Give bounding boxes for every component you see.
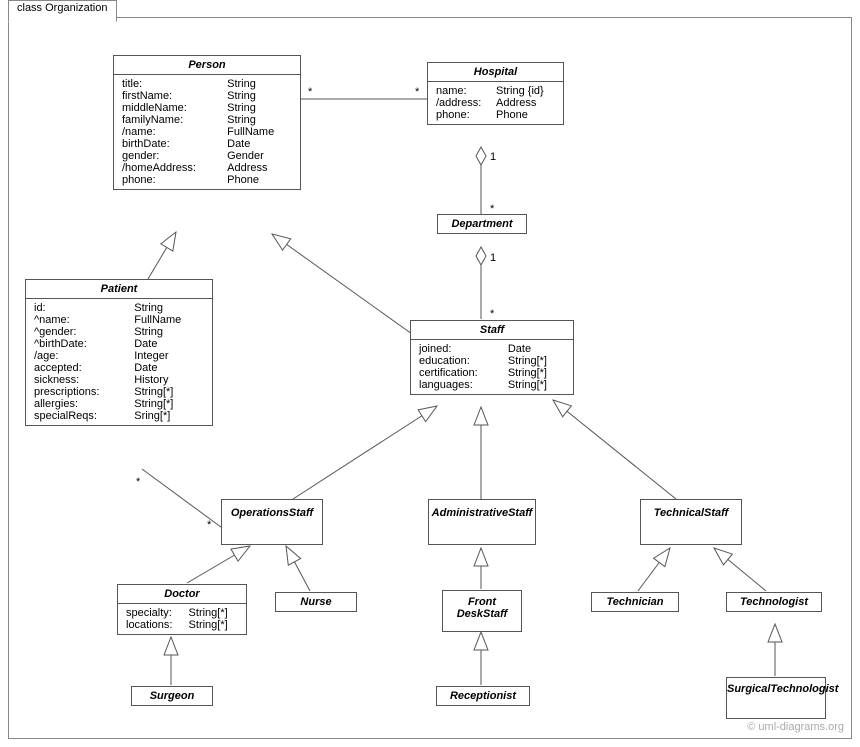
- frame-label: class Organization: [8, 0, 117, 22]
- class-nurse: Nurse: [275, 592, 357, 612]
- class-surgical-technologist: SurgicalTechnologist: [726, 677, 826, 719]
- class-technical-staff: TechnicalStaff: [640, 499, 742, 545]
- class-operations-staff: OperationsStaff: [221, 499, 323, 545]
- class-technician: Technician: [591, 592, 679, 612]
- class-administrative-staff: AdministrativeStaff: [428, 499, 536, 545]
- class-technologist: Technologist: [726, 592, 822, 612]
- class-surgeon: Surgeon: [131, 686, 213, 706]
- class-front-desk-staff: Front DeskStaff: [442, 590, 522, 632]
- class-receptionist: Receptionist: [436, 686, 530, 706]
- class-department: Department: [437, 214, 527, 234]
- watermark: © uml-diagrams.org: [747, 721, 844, 733]
- class-patient: Patient id:String^name:FullName^gender:S…: [25, 279, 213, 426]
- class-staff: Staff joined:Dateeducation:String[*]cert…: [410, 320, 574, 395]
- class-hospital: Hospital name:String {id}/address:Addres…: [427, 62, 564, 125]
- class-doctor: Doctor specialty:String[*]locations:Stri…: [117, 584, 247, 635]
- class-person: Person title:StringfirstName:Stringmiddl…: [113, 55, 301, 190]
